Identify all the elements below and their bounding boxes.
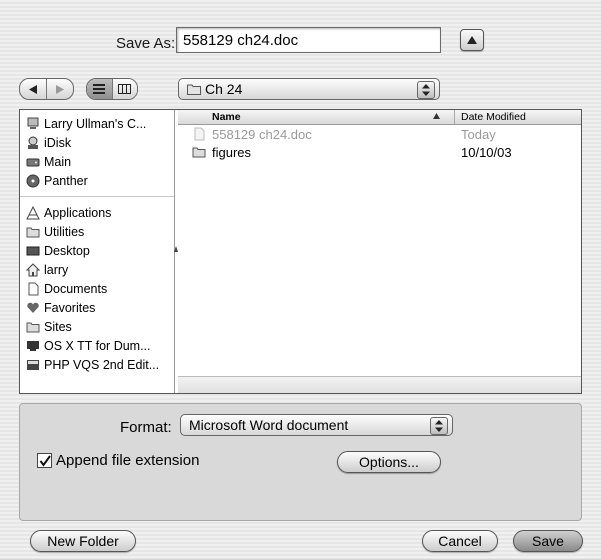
popup-arrows-icon <box>417 81 435 99</box>
document-icon <box>194 127 205 141</box>
file-row: 558129 ch24.doc Today <box>178 125 581 143</box>
view-mode-control <box>86 78 138 100</box>
sidebar-item-php-vqs[interactable]: PHP VQS 2nd Edit... <box>20 355 174 374</box>
file-name: 558129 ch24.doc <box>212 126 312 142</box>
list-view-icon <box>93 84 106 94</box>
back-button[interactable] <box>20 79 46 99</box>
file-row[interactable]: figures 10/10/03 <box>178 143 581 161</box>
sidebar-places: Applications Utilities Desktop larry Doc… <box>20 196 174 374</box>
sidebar-item-idisk[interactable]: iDisk <box>20 133 174 152</box>
location-current: Ch 24 <box>205 81 243 97</box>
folder-icon <box>187 84 201 95</box>
file-list-header: Name Date Modified <box>178 110 581 125</box>
applications-icon <box>26 205 40 219</box>
sidebar-item-panther[interactable]: Panther <box>20 171 174 190</box>
column-view-icon <box>118 84 132 94</box>
triangle-up-icon <box>467 36 477 44</box>
sidebar-item-desktop[interactable]: Desktop <box>20 241 174 260</box>
append-extension-row[interactable]: Append file extension <box>37 452 199 469</box>
date-column-header[interactable]: Date Modified <box>454 110 581 124</box>
file-list: Name Date Modified 558129 ch24.doc Today… <box>178 110 581 393</box>
checkmark-icon <box>39 454 51 467</box>
folder-icon <box>26 227 40 237</box>
save-as-input[interactable] <box>176 27 441 53</box>
sidebar-item-favorites[interactable]: Favorites <box>20 298 174 317</box>
forward-arrow-icon <box>56 84 64 94</box>
horizontal-scrollbar[interactable] <box>178 376 581 393</box>
popup-arrows-icon <box>430 417 448 435</box>
forward-button[interactable] <box>46 79 73 99</box>
computer-icon <box>27 117 39 129</box>
sidebar-item-applications[interactable]: Applications <box>20 203 174 222</box>
desktop-icon <box>26 246 40 255</box>
save-button[interactable]: Save <box>513 530 583 552</box>
append-extension-checkbox[interactable] <box>37 453 52 468</box>
document-icon <box>27 359 39 370</box>
sidebar: Larry Ullman's C... iDisk Main Panther A… <box>20 110 175 393</box>
format-label: Format: <box>120 419 172 436</box>
back-forward-control <box>19 78 74 100</box>
sidebar-item-computer[interactable]: Larry Ullman's C... <box>20 114 174 133</box>
file-browser: Larry Ullman's C... iDisk Main Panther A… <box>19 109 582 394</box>
options-button[interactable]: Options... <box>337 451 441 473</box>
sidebar-item-documents[interactable]: Documents <box>20 279 174 298</box>
back-arrow-icon <box>29 84 37 94</box>
column-view-button[interactable] <box>111 79 137 99</box>
sidebar-item-osx-tt[interactable]: OS X TT for Dum... <box>20 336 174 355</box>
sort-ascending-icon <box>433 113 440 119</box>
file-date: 10/10/03 <box>461 144 512 160</box>
home-icon <box>26 262 40 276</box>
location-popup[interactable]: Ch 24 <box>178 78 440 100</box>
save-as-label: Save As: <box>116 35 176 52</box>
document-icon <box>27 340 39 351</box>
hard-drive-icon <box>26 158 40 166</box>
idisk-icon <box>28 136 38 149</box>
document-icon <box>28 282 39 295</box>
save-dialog: Save As: Ch 24 Larry Ullm <box>0 0 601 559</box>
list-view-button[interactable] <box>87 79 112 99</box>
name-column-header[interactable]: Name <box>178 110 454 124</box>
sidebar-devices: Larry Ullman's C... iDisk Main Panther <box>20 110 174 190</box>
options-pane: Format: Microsoft Word document Append f… <box>19 403 582 521</box>
disc-icon <box>26 174 40 187</box>
new-folder-button[interactable]: New Folder <box>30 530 136 552</box>
collapse-dialog-button[interactable] <box>460 29 484 51</box>
file-name: figures <box>212 144 252 160</box>
sidebar-item-main[interactable]: Main <box>20 152 174 171</box>
heart-icon <box>27 302 39 313</box>
sidebar-item-larry[interactable]: larry <box>20 260 174 279</box>
sidebar-item-sites[interactable]: Sites <box>20 317 174 336</box>
sidebar-item-utilities[interactable]: Utilities <box>20 222 174 241</box>
folder-icon <box>26 322 40 332</box>
cancel-button[interactable]: Cancel <box>422 530 498 552</box>
folder-icon <box>192 147 206 158</box>
format-value: Microsoft Word document <box>189 417 349 433</box>
format-popup[interactable]: Microsoft Word document <box>180 414 453 436</box>
append-extension-label: Append file extension <box>56 452 200 469</box>
file-date: Today <box>461 126 496 142</box>
